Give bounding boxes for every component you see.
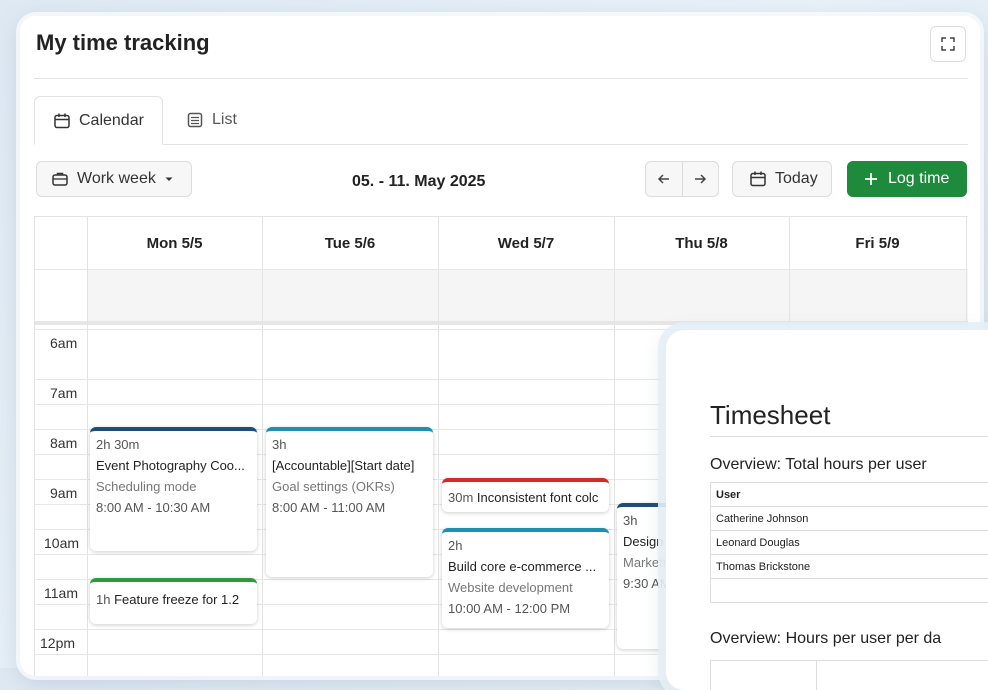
time-entry[interactable]: 2h 30m Event Photography Coo... Scheduli… — [90, 427, 257, 551]
tab-calendar-label: Calendar — [79, 111, 144, 129]
view-select[interactable]: Work week — [36, 161, 192, 197]
grid-line — [34, 269, 968, 270]
entry-duration: 1h — [96, 592, 111, 607]
hour-label: 6am — [50, 335, 78, 351]
day-header-thu[interactable]: Thu 5/8 — [614, 235, 789, 252]
table-row: Thomas Brickstone — [711, 555, 988, 579]
week-nav — [645, 161, 719, 197]
entry-duration: 3h — [272, 437, 287, 452]
day-header-fri[interactable]: Fri 5/9 — [789, 235, 966, 252]
view-tabs: Calendar List — [34, 96, 968, 145]
divider — [34, 78, 968, 79]
day-header-mon[interactable]: Mon 5/5 — [87, 235, 262, 252]
day-header-wed[interactable]: Wed 5/7 — [438, 235, 614, 252]
next-week-button[interactable] — [683, 162, 719, 196]
entry-time: 8:00 AM - 11:00 AM — [272, 500, 386, 515]
entry-time: 8:00 AM - 10:30 AM — [96, 500, 211, 515]
log-time-label: Log time — [888, 170, 950, 187]
entry-duration: 2h — [448, 538, 463, 553]
hour-label: 11am — [44, 585, 78, 601]
entry-project: Scheduling mode — [96, 479, 197, 494]
entry-time: 9:30 AM — [623, 576, 671, 591]
tab-calendar[interactable]: Calendar — [34, 96, 163, 145]
table-row — [711, 579, 988, 602]
calendar-icon — [750, 171, 766, 187]
entry-duration: 2h 30m — [96, 437, 140, 452]
arrow-left-icon — [657, 174, 669, 184]
table-row: Leonard Douglas — [711, 531, 988, 555]
entry-title: Build core e-commerce ... — [448, 559, 597, 574]
timesheet-preview: Timesheet Overview: Total hours per user… — [666, 330, 988, 690]
time-entry[interactable]: 30m Inconsistent font colc — [442, 478, 609, 512]
entry-title: Feature freeze for 1.2 — [114, 592, 240, 607]
hour-label: 7am — [50, 385, 78, 401]
briefcase-icon — [52, 172, 68, 186]
expand-icon — [941, 37, 955, 51]
grid-col-line — [87, 217, 88, 676]
fullscreen-button[interactable] — [930, 26, 966, 62]
grid-col-line — [262, 217, 263, 676]
day-header-tue[interactable]: Tue 5/6 — [262, 235, 438, 252]
timesheet-table: User Catherine Johnson Leonard Douglas T… — [710, 482, 988, 603]
entry-title: Design — [623, 534, 664, 549]
time-entry[interactable]: 1h Feature freeze for 1.2 — [90, 578, 257, 624]
entry-title: [Accountable][Start date] — [272, 458, 415, 473]
date-range: 05. - 11. May 2025 — [352, 173, 486, 190]
entry-project: Marketi — [623, 555, 666, 570]
entry-duration: 30m — [448, 490, 474, 505]
timesheet-overview-daily: Overview: Hours per user per da — [710, 630, 942, 647]
grid-col-line — [34, 217, 35, 676]
hour-label: 9am — [50, 485, 78, 501]
entry-time: 10:00 AM - 12:00 PM — [448, 601, 571, 616]
entry-project: Website development — [448, 580, 573, 595]
grid-col-line — [614, 217, 615, 676]
divider — [710, 436, 988, 437]
entry-duration: 3h — [623, 513, 638, 528]
arrow-right-icon — [695, 174, 707, 184]
entry-title: Event Photography Coo... — [96, 458, 245, 473]
timesheet-title: Timesheet — [710, 400, 831, 430]
tab-list-label: List — [212, 111, 237, 128]
list-icon — [187, 112, 203, 128]
grid-col-line — [438, 217, 439, 676]
timesheet-table-2 — [710, 660, 988, 690]
tab-list[interactable]: List — [168, 96, 255, 144]
hour-label: 12pm — [40, 635, 76, 651]
entry-project: Goal settings (OKRs) — [272, 479, 395, 494]
caret-down-icon — [165, 177, 173, 181]
prev-week-button[interactable] — [646, 162, 683, 196]
table-header: User — [711, 483, 988, 507]
hour-label: 8am — [50, 435, 78, 451]
view-select-label: Work week — [77, 170, 156, 187]
log-time-button[interactable]: Log time — [847, 161, 967, 197]
today-button[interactable]: Today — [732, 161, 832, 197]
time-entry[interactable]: 2h Build core e-commerce ... Website dev… — [442, 528, 609, 628]
page-title: My time tracking — [36, 30, 210, 55]
today-label: Today — [775, 170, 818, 187]
plus-icon — [865, 173, 877, 185]
grid-col-line — [816, 661, 817, 690]
calendar-icon — [54, 113, 70, 128]
all-day-row[interactable] — [87, 269, 968, 321]
time-entry[interactable]: 3h [Accountable][Start date] Goal settin… — [266, 427, 433, 577]
table-row: Catherine Johnson — [711, 507, 988, 531]
entry-title: Inconsistent font colc — [476, 490, 599, 505]
timesheet-overview-total: Overview: Total hours per user — [710, 456, 927, 473]
all-day-separator — [34, 321, 968, 325]
hour-label: 10am — [44, 535, 80, 551]
